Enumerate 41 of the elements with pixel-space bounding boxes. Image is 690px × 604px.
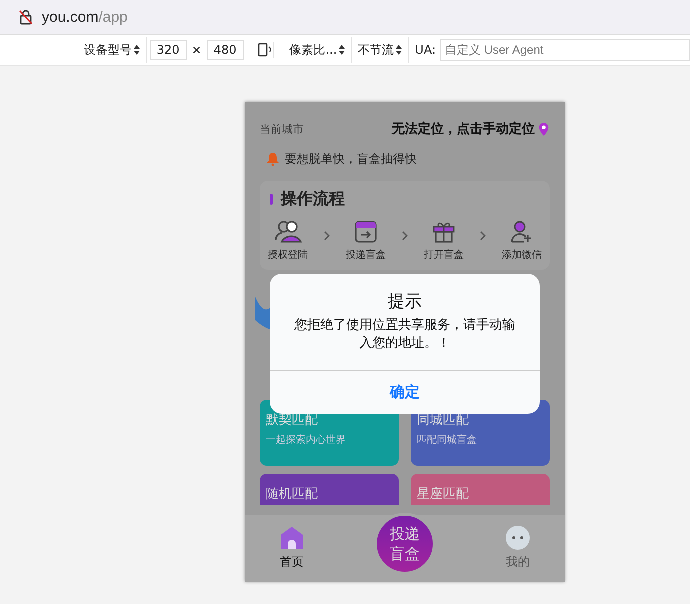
ua-label: UA: <box>415 43 436 57</box>
step-label: 打开盲盒 <box>424 248 464 262</box>
step-label: 授权登陆 <box>268 248 308 262</box>
dialog-message: 您拒绝了使用位置共享服务，请手动输入您的地址。！ <box>293 317 516 353</box>
card-subtitle: 匹配同城盲盒 <box>417 434 478 447</box>
sort-arrows-icon <box>339 45 346 55</box>
sort-arrows-icon <box>134 45 140 55</box>
sort-arrows-icon <box>396 45 402 55</box>
times-sign: × <box>192 43 202 57</box>
match-card[interactable]: 随机匹配 <box>260 474 399 505</box>
notice-text: 要想脱单快，盲盒抽得快 <box>285 151 417 168</box>
process-title: 操作流程 <box>281 189 345 210</box>
bell-icon <box>267 153 279 166</box>
card-title: 同城匹配 <box>417 412 470 429</box>
card-title: 随机匹配 <box>266 486 319 503</box>
confirm-button[interactable]: 确定 <box>270 370 540 414</box>
box-icon[interactable] <box>354 220 378 244</box>
card-title: 默契匹配 <box>266 412 319 429</box>
device-select[interactable]: 设备型号 <box>78 37 147 63</box>
gift-icon[interactable] <box>432 220 456 244</box>
card-subtitle: 一起探索内心世界 <box>266 434 347 447</box>
pixel-ratio-select[interactable]: 像素比... <box>284 37 352 63</box>
step-label: 投递盲盒 <box>346 248 386 262</box>
city-label: 当前城市 <box>260 122 305 136</box>
dialog-title: 提示 <box>388 291 422 313</box>
users-icon[interactable] <box>274 220 302 244</box>
location-pin-icon[interactable] <box>539 122 549 136</box>
title-marker-icon <box>270 194 273 205</box>
rotate-icon[interactable] <box>256 42 274 58</box>
width-field[interactable]: 320 <box>150 40 187 60</box>
deliver-box-button[interactable]: 投递盲盒 <box>374 512 436 574</box>
url-text[interactable]: you.com/app <box>42 8 128 26</box>
step-label: 添加微信 <box>502 248 542 262</box>
height-field[interactable]: 480 <box>206 40 244 60</box>
throttle-select[interactable]: 不节流 <box>352 37 410 63</box>
card-title: 星座匹配 <box>417 486 470 503</box>
add-user-icon[interactable] <box>510 220 534 244</box>
lock-icon <box>18 9 34 25</box>
nav-tab[interactable]: 首页 <box>280 526 304 571</box>
location-link[interactable]: 无法定位，点击手动定位 <box>392 120 535 138</box>
user-agent-field[interactable]: 自定义 User Agent <box>440 39 690 61</box>
